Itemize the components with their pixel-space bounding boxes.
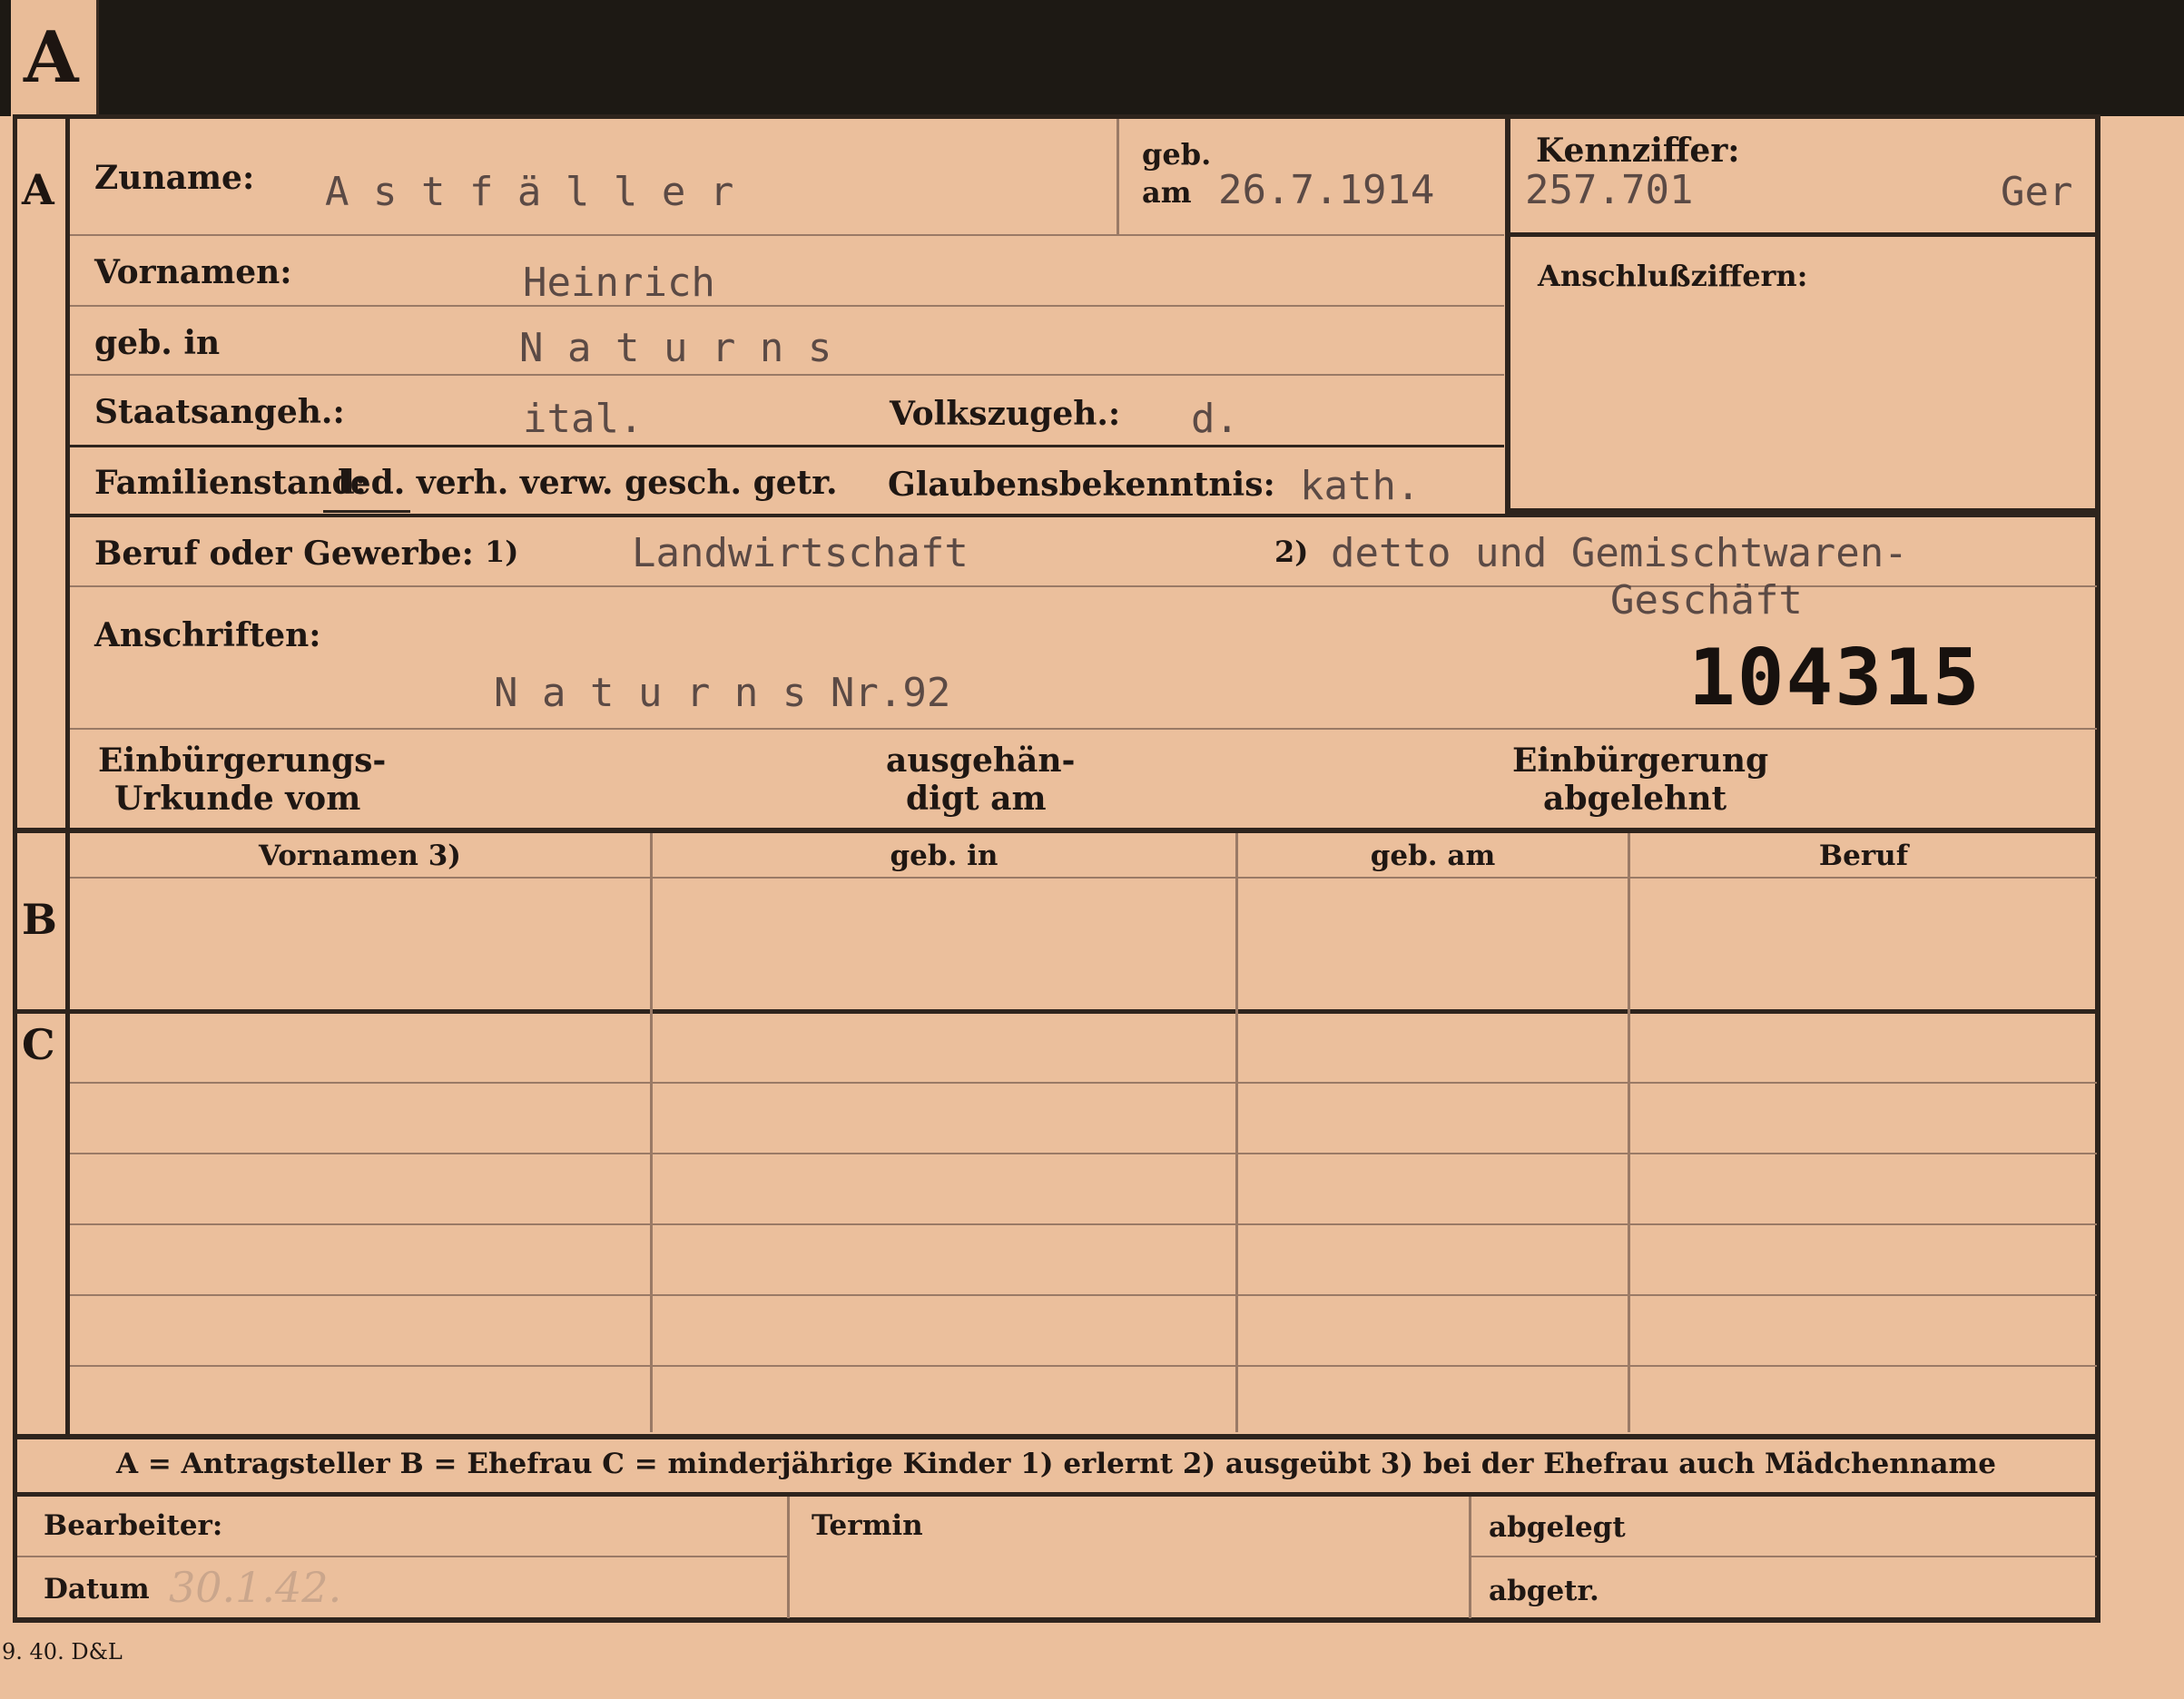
legend-text: A = Antragsteller B = Ehefrau C = minder… (116, 1448, 1996, 1480)
col-line (650, 833, 653, 1432)
vornamen-label: Vornamen: (94, 253, 292, 291)
header-underline (70, 877, 2097, 879)
footer-col (1469, 1497, 1471, 1618)
table-header-beruf: Beruf (1818, 840, 1909, 872)
beruf-label: Beruf oder Gewerbe: (94, 535, 474, 573)
kennziffer-label: Kennziffer: (1536, 132, 1740, 170)
frame-top (13, 114, 2100, 119)
staatsangeh-value: ital. (523, 396, 644, 442)
volkszugeh-label: Volkszugeh.: (890, 395, 1121, 433)
col-line-kennziffer (1505, 119, 1510, 516)
legend-bottom (13, 1492, 2100, 1497)
glaubens-label: Glaubensbekenntnis: (888, 466, 1275, 504)
frame-left (13, 114, 17, 1621)
vornamen-value: Heinrich (523, 260, 715, 306)
table-header-geb-in: geb. in (890, 840, 999, 872)
anschlussziffern-label: Anschlußziffern: (1538, 259, 1808, 293)
geb-am-value: 26.7.1914 (1218, 167, 1435, 213)
geb-in-label: geb. in (94, 324, 221, 362)
row-line (70, 234, 1504, 236)
beruf-note-1: 1) (485, 535, 519, 569)
beruf-value-2-line-1: detto und Gemischtwaren- (1331, 530, 1908, 576)
beruf-note-2: 2) (1274, 535, 1309, 569)
section-c-bottom (13, 1434, 2100, 1439)
zuname-value: A s t f ä l l e r (325, 169, 734, 215)
glaubens-value: kath. (1300, 463, 1421, 509)
beruf-value-1: Landwirtschaft (632, 530, 969, 576)
row-line (70, 1223, 2097, 1225)
einbuergerung-label-2: Urkunde vom (114, 780, 361, 818)
datum-handwritten-value: 30.1.42. (169, 1563, 342, 1612)
frame-bottom (13, 1617, 2100, 1623)
col-line (1628, 833, 1630, 1432)
familienstand-label: Familienstand: (94, 464, 367, 502)
col-line (1235, 833, 1238, 1432)
print-code: 9. 40. D&L (2, 1639, 123, 1665)
row-line (70, 305, 1504, 307)
index-tab: A (11, 0, 99, 116)
ausgehaendigt-label-2: digt am (906, 780, 1047, 818)
section-divider-b-c (13, 1009, 2100, 1014)
row-line (70, 1294, 2097, 1296)
row-line (70, 728, 2097, 730)
table-header-geb-am: geb. am (1370, 840, 1496, 872)
dark-background-strip (0, 0, 2184, 116)
volkszugeh-value: d. (1191, 396, 1239, 442)
anschriften-label: Anschriften: (94, 616, 321, 654)
familienstand-options: led. verh. verw. gesch. getr. (338, 464, 838, 502)
kennziffer-suffix: Ger (2001, 169, 2073, 215)
zuname-label: Zuname: (94, 159, 255, 197)
row-line (70, 445, 1504, 447)
section-divider-a-b (13, 828, 2100, 833)
registration-card: A A B C Zuname: A s t f ä l l e r geb. a… (0, 0, 2184, 1699)
row-line (70, 1365, 2097, 1367)
section-column-line (65, 114, 70, 1439)
row-line (70, 374, 1504, 376)
abgetr-label: abgetr. (1489, 1575, 1599, 1607)
row-line (70, 1153, 2097, 1154)
section-b-letter: B (22, 895, 57, 944)
kennziffer-box-line (1510, 232, 2097, 237)
stamp-number: 104315 (1688, 633, 1982, 723)
geb-label: geb. (1142, 137, 1212, 172)
footer-line (17, 1556, 787, 1557)
bearbeiter-label: Bearbeiter: (44, 1509, 223, 1542)
section-a-letter: A (22, 165, 54, 214)
ausgehaendigt-label-1: ausgehän- (886, 741, 1076, 780)
am-label: am (1142, 175, 1192, 210)
row-line (70, 1082, 2097, 1084)
abgelehnt-label-2: abgelehnt (1543, 780, 1727, 818)
familienstand-mark (323, 510, 410, 513)
table-header-vornamen: Vornamen 3) (259, 840, 461, 872)
footer-col (787, 1497, 790, 1618)
termin-label: Termin (812, 1509, 923, 1542)
geb-in-value: N a t u r n s (519, 325, 832, 371)
footer-line (1471, 1556, 2097, 1557)
abgelehnt-label-1: Einbürgerung (1512, 741, 1769, 780)
row-line (70, 514, 2097, 517)
staatsangeh-label: Staatsangeh.: (94, 393, 345, 431)
section-c-letter: C (22, 1020, 55, 1069)
col-line (1117, 119, 1119, 235)
kennziffer-value: 257.701 (1525, 167, 1694, 213)
abgelegt-label: abgelegt (1489, 1511, 1626, 1544)
anschriften-value: N a t u r n s Nr.92 (494, 670, 951, 716)
tab-letter: A (24, 16, 79, 99)
einbuergerung-label-1: Einbürgerungs- (98, 741, 387, 780)
datum-label: Datum (44, 1573, 150, 1606)
beruf-value-2-line-2: Geschäft (1610, 577, 1803, 624)
anschluss-box-bottom (1510, 508, 2097, 514)
